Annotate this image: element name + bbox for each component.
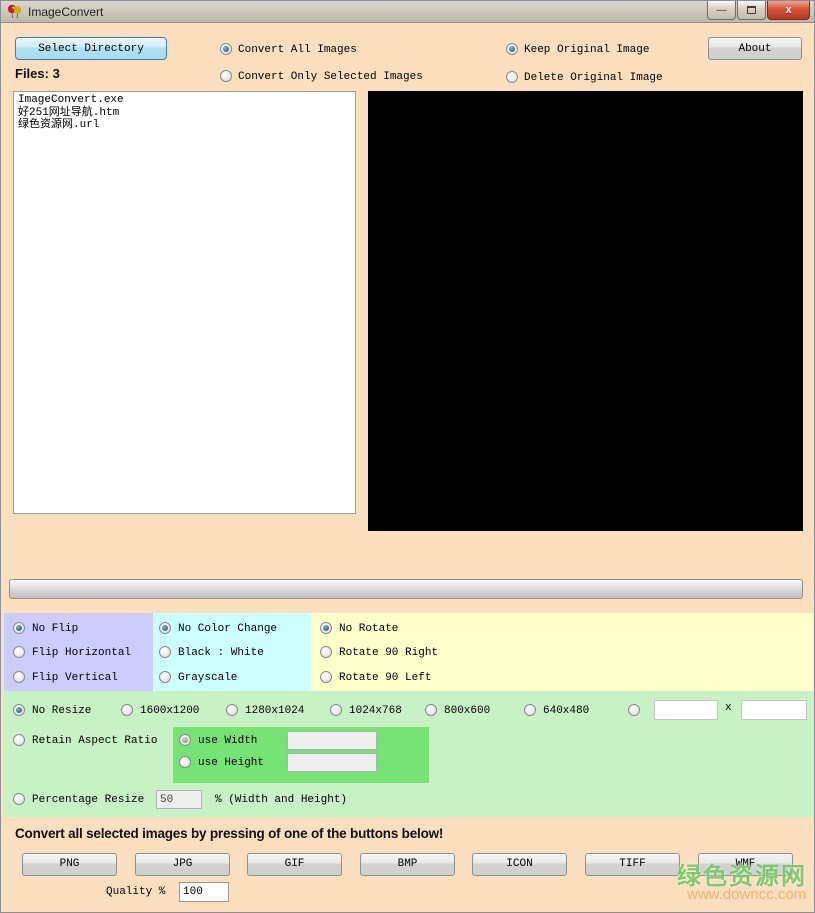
radio-800x600[interactable] (425, 704, 437, 716)
progress-bar (9, 579, 803, 599)
radio-no-rotate[interactable] (320, 622, 332, 634)
radio-no-color-change[interactable] (159, 622, 171, 634)
convert-gif-button[interactable]: GIF (247, 853, 342, 876)
rotate-90-right-label: Rotate 90 Right (339, 647, 438, 659)
rotate-90-left-label: Rotate 90 Left (339, 672, 431, 684)
convert-instruction: Convert all selected images by pressing … (15, 826, 443, 841)
watermark-site-url: www.downcc.com (687, 886, 806, 903)
use-height-label: use Height (198, 757, 264, 769)
use-height-input[interactable] (287, 753, 377, 772)
window-title: ImageConvert (28, 5, 103, 19)
convert-png-button[interactable]: PNG (22, 853, 117, 876)
files-count-label: Files: 3 (15, 66, 60, 81)
radio-convert-all-images[interactable] (220, 43, 232, 55)
custom-size-separator: x (725, 702, 732, 714)
percentage-input[interactable] (156, 790, 202, 809)
radio-keep-original-image[interactable] (506, 43, 518, 55)
radio-flip-horizontal[interactable] (13, 646, 25, 658)
radio-640x480[interactable] (524, 704, 536, 716)
quality-label: Quality % (106, 886, 165, 898)
radio-convert-only-selected[interactable] (220, 70, 232, 82)
preset-1024x768-label: 1024x768 (349, 705, 402, 717)
title-bar: ImageConvert — x (1, 1, 814, 23)
retain-aspect-ratio-label: Retain Aspect Ratio (32, 735, 157, 747)
radio-flip-vertical[interactable] (13, 671, 25, 683)
convert-jpg-button[interactable]: JPG (135, 853, 230, 876)
imageconvert-window: ImageConvert — x Select Directory About … (0, 0, 815, 913)
close-button[interactable]: x (767, 1, 810, 20)
about-button[interactable]: About (708, 37, 802, 60)
list-item[interactable]: ImageConvert.exe (18, 94, 351, 107)
no-resize-label: No Resize (32, 705, 91, 717)
radio-1280x1024[interactable] (226, 704, 238, 716)
radio-black-white[interactable] (159, 646, 171, 658)
radio-1600x1200[interactable] (121, 704, 133, 716)
app-icon (7, 4, 23, 20)
maximize-icon (747, 6, 756, 14)
file-list[interactable]: ImageConvert.exe 好251网址导航.htm 绿色资源网.url (13, 91, 356, 514)
minimize-button[interactable]: — (707, 1, 736, 20)
radio-retain-aspect-ratio[interactable] (13, 734, 25, 746)
no-color-change-label: No Color Change (178, 623, 277, 635)
radio-no-resize[interactable] (13, 704, 25, 716)
no-rotate-label: No Rotate (339, 623, 398, 635)
grayscale-label: Grayscale (178, 672, 237, 684)
select-directory-button[interactable]: Select Directory (15, 37, 167, 60)
percentage-suffix-label: % (Width and Height) (215, 794, 347, 806)
keep-original-image-label: Keep Original Image (524, 44, 649, 56)
use-width-input[interactable] (287, 731, 377, 750)
no-flip-label: No Flip (32, 623, 78, 635)
percentage-resize-label: Percentage Resize (32, 794, 144, 806)
radio-no-flip[interactable] (13, 622, 25, 634)
radio-use-height[interactable] (179, 756, 191, 768)
radio-percentage-resize[interactable] (13, 793, 25, 805)
quality-input[interactable] (179, 882, 229, 902)
image-preview-area (368, 91, 803, 531)
convert-tiff-button[interactable]: TIFF (585, 853, 680, 876)
radio-rotate-90-right[interactable] (320, 646, 332, 658)
radio-grayscale[interactable] (159, 671, 171, 683)
list-item[interactable]: 绿色资源网.url (18, 119, 351, 132)
flip-horizontal-label: Flip Horizontal (32, 647, 131, 659)
custom-height-input[interactable] (741, 700, 807, 720)
preset-1280x1024-label: 1280x1024 (245, 705, 304, 717)
delete-original-image-label: Delete Original Image (524, 72, 663, 84)
radio-custom-size[interactable] (628, 704, 640, 716)
radio-rotate-90-left[interactable] (320, 671, 332, 683)
radio-use-width[interactable] (179, 734, 191, 746)
close-icon: x (785, 4, 791, 16)
radio-delete-original-image[interactable] (506, 71, 518, 83)
maximize-button[interactable] (737, 1, 766, 20)
convert-only-selected-label: Convert Only Selected Images (238, 71, 423, 83)
black-white-label: Black : White (178, 647, 264, 659)
use-width-label: use Width (198, 735, 257, 747)
preset-800x600-label: 800x600 (444, 705, 490, 717)
convert-icon-button[interactable]: ICON (472, 853, 567, 876)
convert-bmp-button[interactable]: BMP (360, 853, 455, 876)
radio-1024x768[interactable] (330, 704, 342, 716)
custom-width-input[interactable] (654, 700, 718, 720)
list-item[interactable]: 好251网址导航.htm (18, 107, 351, 120)
preset-640x480-label: 640x480 (543, 705, 589, 717)
convert-all-images-label: Convert All Images (238, 44, 357, 56)
flip-vertical-label: Flip Vertical (32, 672, 118, 684)
preset-1600x1200-label: 1600x1200 (140, 705, 199, 717)
